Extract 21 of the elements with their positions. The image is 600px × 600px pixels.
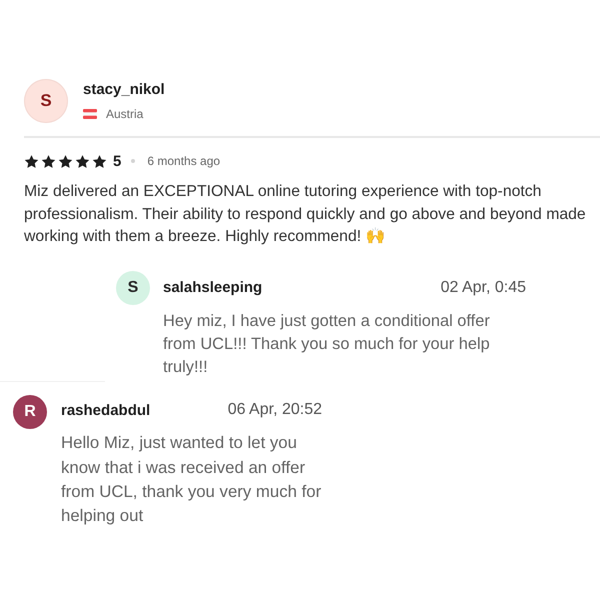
avatar: S — [24, 79, 68, 123]
username: stacy_nikol — [83, 80, 165, 98]
avatar: R — [13, 395, 47, 430]
avatar: S — [116, 270, 150, 304]
message-text: Hey miz, I have just gotten a conditional offer from UCL!!! Thank you so much for your help truly!!! — [163, 310, 491, 378]
message-date: 02 Apr, 0:45 — [440, 278, 526, 296]
bullet-icon — [131, 159, 136, 163]
star-icon — [75, 154, 90, 168]
rating-score: 5 — [113, 152, 122, 170]
star-icon — [92, 154, 107, 168]
star-icon — [41, 154, 56, 168]
review-time: 6 months ago — [147, 154, 220, 168]
message-date: 06 Apr, 20:52 — [228, 401, 322, 420]
message-text: Hello Miz, just wanted to let you know that i was received an offer from UCL, thank you very much for helping out — [61, 432, 322, 528]
star-icon — [24, 154, 39, 168]
star-icon — [58, 154, 73, 168]
flag-icon — [83, 108, 97, 118]
review-text: Miz delivered an EXCEPTIONAL online tutoring experience with top-notch professionalism. Their ability to respond quickly and go above and beyond made working with them a breeze. Highly recommend! 🙌 — [24, 182, 587, 247]
country-label: Austria — [106, 106, 144, 120]
username: rashedabdul — [61, 402, 150, 419]
username: salahsleeping — [163, 279, 262, 296]
